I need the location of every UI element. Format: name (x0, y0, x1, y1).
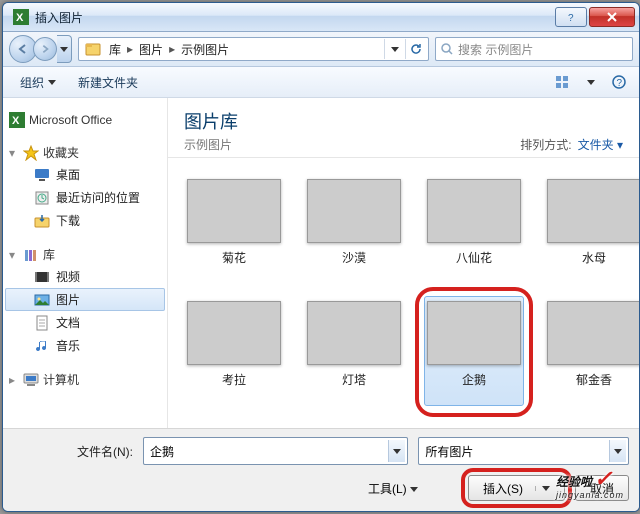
tools-label[interactable]: 工具(L) (368, 480, 418, 497)
arrange-dropdown[interactable]: 文件夹 ▾ (578, 136, 623, 153)
help-icon[interactable]: ? (607, 71, 631, 93)
sidebar-item-videos[interactable]: 视频 (5, 265, 165, 288)
file-filter-field[interactable]: 所有图片 (418, 437, 629, 465)
forward-button[interactable] (33, 37, 57, 61)
filename-dropdown[interactable] (388, 440, 405, 462)
titlebar: X 插入图片 ? (3, 3, 639, 32)
navigation-bar: 库 ▸ 图片 ▸ 示例图片 搜索 示例图片 (3, 32, 639, 67)
thumbnail-item[interactable]: 灯塔 (304, 296, 404, 406)
thumbnail-item[interactable]: 郁金香 (544, 296, 639, 406)
thumbnail-image (547, 179, 639, 243)
sidebar-favorites[interactable]: ▾收藏夹 (5, 142, 165, 163)
organize-button[interactable]: 组织 (11, 70, 65, 95)
refresh-button[interactable] (405, 39, 426, 59)
close-button[interactable] (589, 7, 635, 27)
music-icon (34, 338, 50, 354)
sidebar-libraries[interactable]: ▾库 (5, 244, 165, 265)
thumbnail-image (307, 301, 401, 365)
chevron-right-icon: ▸ (125, 42, 135, 56)
breadcrumb-root[interactable]: 库 (105, 41, 125, 58)
thumbnail-item[interactable]: 水母 (544, 174, 639, 284)
chevron-right-icon: ▸ (167, 42, 177, 56)
svg-text:X: X (12, 115, 20, 127)
library-icon (23, 247, 39, 263)
view-mode-dropdown[interactable] (579, 71, 603, 93)
thumbnail-image (427, 179, 521, 243)
sidebar: X Microsoft Office ▾收藏夹 桌面 最近访问的位置 下载 ▾库… (3, 98, 168, 428)
library-title: 图片库 (184, 108, 238, 134)
thumbnail-image (547, 301, 639, 365)
filter-dropdown[interactable] (609, 440, 626, 462)
svg-text:X: X (16, 12, 24, 24)
sidebar-item-music[interactable]: 音乐 (5, 334, 165, 357)
search-box[interactable]: 搜索 示例图片 (435, 37, 633, 61)
disclosure-triangle-icon: ▾ (9, 248, 19, 262)
sidebar-item-pictures[interactable]: 图片 (5, 288, 165, 311)
view-mode-button[interactable] (551, 71, 575, 93)
recent-icon (34, 190, 50, 206)
thumbnail-grid: 菊花 沙漠 八仙花 水母 考拉 灯塔 企鹅 郁金香 (168, 158, 639, 428)
toolbar: 组织 新建文件夹 ? (3, 67, 639, 98)
watermark: 经验啦✓ jingyanla.com (556, 466, 624, 500)
thumbnail-image (187, 301, 281, 365)
library-header: 图片库 示例图片 排列方式: 文件夹 ▾ (168, 98, 639, 158)
new-folder-button[interactable]: 新建文件夹 (69, 70, 147, 95)
filename-field[interactable]: 企鹅 (143, 437, 408, 465)
nav-back-forward (9, 35, 72, 63)
disclosure-triangle-icon: ▸ (9, 373, 19, 387)
document-icon (34, 315, 50, 331)
arrange-label: 排列方式: (520, 136, 571, 153)
address-bar[interactable]: 库 ▸ 图片 ▸ 示例图片 (78, 37, 429, 61)
svg-text:?: ? (617, 78, 623, 89)
address-dropdown[interactable] (384, 39, 405, 59)
sidebar-computer[interactable]: ▸计算机 (5, 369, 165, 390)
insert-split-dropdown[interactable] (535, 486, 550, 491)
library-icon (85, 41, 101, 57)
video-icon (34, 269, 50, 285)
computer-icon (23, 372, 39, 388)
thumbnail-item[interactable]: 菊花 (184, 174, 284, 284)
content-area: 图片库 示例图片 排列方式: 文件夹 ▾ 菊花 沙漠 八仙花 水母 考拉 灯塔 … (168, 98, 639, 428)
filename-label: 文件名(N): (13, 443, 133, 460)
pictures-icon (34, 292, 50, 308)
excel-icon: X (9, 112, 25, 128)
breadcrumb-leaf[interactable]: 示例图片 (177, 41, 233, 58)
window-title: 插入图片 (35, 9, 553, 26)
thumbnail-image (427, 301, 521, 365)
thumbnail-item[interactable]: 考拉 (184, 296, 284, 406)
sidebar-item-recent[interactable]: 最近访问的位置 (5, 186, 165, 209)
thumbnail-item[interactable]: 沙漠 (304, 174, 404, 284)
search-placeholder: 搜索 示例图片 (458, 41, 533, 58)
help-button[interactable]: ? (555, 7, 587, 27)
sidebar-item-downloads[interactable]: 下载 (5, 209, 165, 232)
sidebar-item-desktop[interactable]: 桌面 (5, 163, 165, 186)
excel-icon: X (13, 9, 29, 25)
nav-history-dropdown[interactable] (57, 35, 72, 63)
search-icon (440, 42, 454, 56)
thumbnail-item[interactable]: 八仙花 (424, 174, 524, 284)
disclosure-triangle-icon: ▾ (9, 146, 19, 160)
thumbnail-image (307, 179, 401, 243)
star-icon (23, 145, 39, 161)
desktop-icon (34, 167, 50, 183)
breadcrumb-mid[interactable]: 图片 (135, 41, 167, 58)
downloads-icon (34, 213, 50, 229)
thumbnail-image (187, 179, 281, 243)
sidebar-item-documents[interactable]: 文档 (5, 311, 165, 334)
thumbnail-item-selected[interactable]: 企鹅 (424, 296, 524, 406)
insert-button[interactable]: 插入(S) (468, 475, 565, 501)
check-icon: ✓ (594, 466, 612, 491)
svg-text:?: ? (568, 13, 574, 22)
dialog-footer: 文件名(N): 企鹅 所有图片 工具(L) 插入(S) 取消 (3, 428, 639, 511)
library-subtitle: 示例图片 (184, 136, 238, 153)
sidebar-office[interactable]: X Microsoft Office (5, 110, 165, 130)
